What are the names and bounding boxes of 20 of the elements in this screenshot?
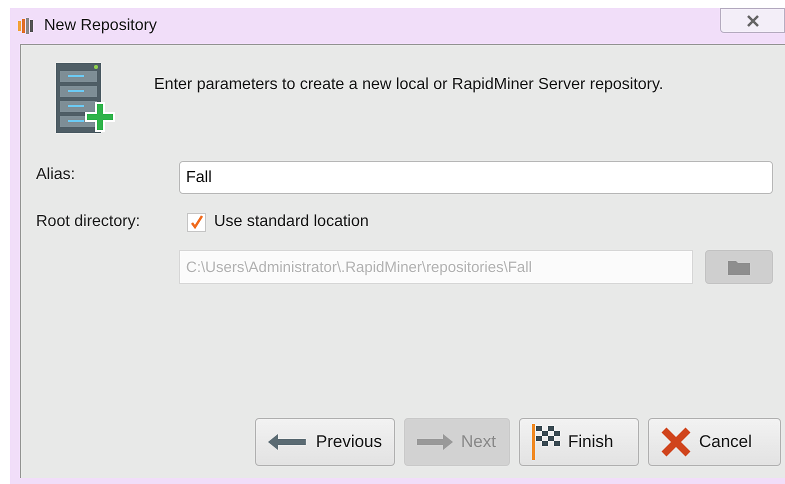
cancel-button[interactable]: Cancel (648, 418, 781, 466)
close-icon (746, 14, 760, 26)
finish-button[interactable]: Finish (519, 418, 639, 466)
checkbox-label: Use standard location (214, 212, 369, 232)
alias-label: Alias: (36, 165, 76, 185)
close-button[interactable] (720, 8, 785, 33)
window-title: New Repository (44, 16, 157, 36)
checkbox[interactable] (187, 212, 206, 232)
description-text: Enter parameters to create a new local or RapidMiner Server repository. (154, 75, 664, 95)
folder-icon (728, 259, 750, 275)
server-add-icon (56, 63, 116, 135)
root-directory-label: Root directory: (36, 212, 142, 232)
checkmark-icon (190, 215, 204, 229)
app-logo-icon (16, 16, 36, 36)
left-arrow-icon (268, 433, 308, 451)
checkered-flag-icon (532, 424, 560, 460)
alias-field[interactable]: Fall (179, 161, 773, 194)
right-arrow-icon (417, 433, 453, 451)
cancel-x-icon (661, 427, 691, 457)
previous-button[interactable]: Previous (255, 418, 395, 466)
